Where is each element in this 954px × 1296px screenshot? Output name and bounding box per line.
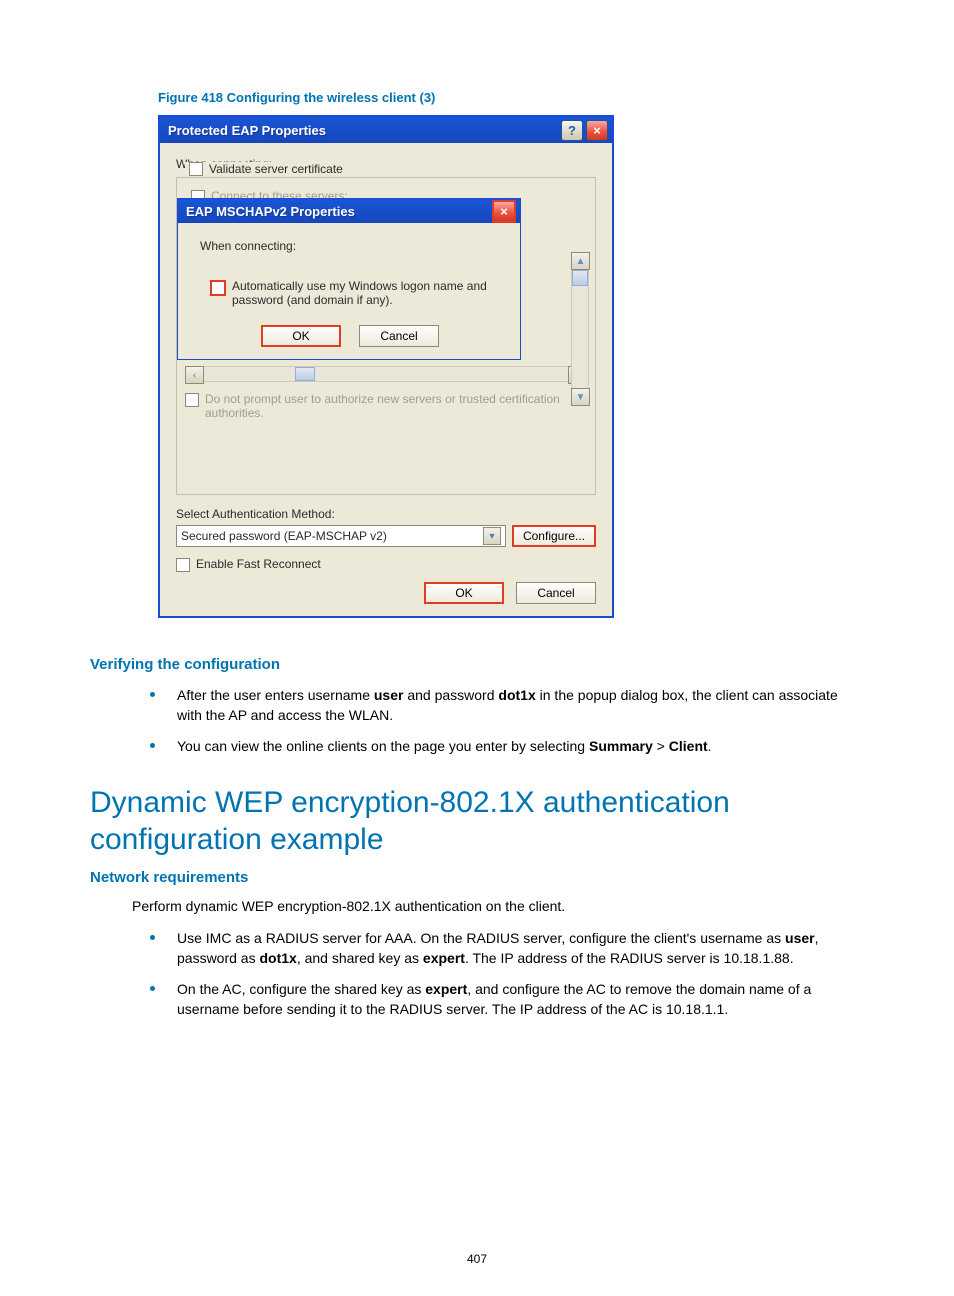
verify-heading: Verifying the configuration	[90, 656, 864, 673]
horizontal-scroll-track[interactable]	[204, 366, 568, 382]
select-auth-label: Select Authentication Method:	[176, 507, 596, 521]
text-span: .	[708, 738, 712, 754]
page-number: 407	[0, 1252, 954, 1266]
no-prompt-label: Do not prompt user to authorize new serv…	[205, 392, 587, 420]
validate-cert-label: Validate server certificate	[209, 162, 343, 176]
inner-dialog-title: EAP MSCHAPv2 Properties	[186, 204, 489, 219]
text-span: , and shared key as	[297, 950, 423, 966]
vertical-scroll-thumb[interactable]	[572, 270, 588, 286]
chevron-down-icon: ▾	[483, 527, 501, 545]
no-prompt-checkbox[interactable]	[185, 393, 199, 407]
bullet-icon	[150, 935, 155, 940]
text-span: You can view the online clients on the p…	[177, 738, 589, 754]
text-span: On the AC, configure the shared key as	[177, 981, 425, 997]
fast-reconnect-label: Enable Fast Reconnect	[196, 557, 596, 571]
outer-cancel-button[interactable]: Cancel	[516, 582, 596, 604]
list-item: You can view the online clients on the p…	[150, 736, 864, 756]
dialog-titlebar: Protected EAP Properties ? ×	[160, 117, 612, 143]
inner-when-connecting-label: When connecting:	[200, 239, 500, 253]
bold-summary: Summary	[589, 738, 653, 754]
list-item: After the user enters username user and …	[150, 685, 864, 726]
bold-key: expert	[423, 950, 465, 966]
bullet-icon	[150, 692, 155, 697]
figure-caption: Figure 418 Configuring the wireless clie…	[158, 90, 864, 105]
scroll-up-icon[interactable]: ▲	[571, 252, 590, 270]
fast-reconnect-checkbox[interactable]	[176, 558, 190, 572]
bold-pass: dot1x	[498, 687, 535, 703]
scroll-left-icon[interactable]: ‹	[185, 366, 204, 384]
configure-button[interactable]: Configure...	[512, 525, 596, 547]
netreq-heading: Network requirements	[90, 869, 864, 886]
auto-logon-label: Automatically use my Windows logon name …	[232, 279, 500, 307]
bold-key: expert	[425, 981, 467, 997]
bullet-icon	[150, 743, 155, 748]
netreq-list: Use IMC as a RADIUS server for AAA. On t…	[150, 928, 864, 1019]
inner-cancel-button[interactable]: Cancel	[359, 325, 439, 347]
text-span: After the user enters username	[177, 687, 374, 703]
protected-eap-dialog: Protected EAP Properties ? × When connec…	[158, 115, 614, 618]
dialog-title: Protected EAP Properties	[168, 123, 558, 138]
scroll-down-icon[interactable]: ▼	[571, 388, 590, 406]
bold-user: user	[374, 687, 404, 703]
bold-client: Client	[669, 738, 708, 754]
close-icon[interactable]: ×	[586, 120, 608, 141]
help-icon[interactable]: ?	[561, 120, 583, 141]
netreq-intro: Perform dynamic WEP encryption-802.1X au…	[132, 896, 864, 916]
text-span: . The IP address of the RADIUS server is…	[465, 950, 794, 966]
auth-method-dropdown[interactable]: Secured password (EAP-MSCHAP v2) ▾	[176, 525, 506, 547]
main-heading: Dynamic WEP encryption-802.1X authentica…	[90, 784, 864, 859]
inner-close-icon[interactable]: ×	[492, 200, 516, 223]
list-item: On the AC, configure the shared key as e…	[150, 979, 864, 1020]
horizontal-scroll-thumb[interactable]	[295, 367, 315, 381]
list-item: Use IMC as a RADIUS server for AAA. On t…	[150, 928, 864, 969]
eap-mschapv2-dialog: EAP MSCHAPv2 Properties × When connectin…	[177, 198, 521, 360]
text-span: Use IMC as a RADIUS server for AAA. On t…	[177, 930, 785, 946]
validate-cert-checkbox[interactable]	[189, 162, 203, 176]
inner-dialog-titlebar: EAP MSCHAPv2 Properties ×	[178, 199, 520, 223]
text-span: and password	[403, 687, 498, 703]
outer-ok-button[interactable]: OK	[424, 582, 504, 604]
vertical-scroll-track[interactable]	[571, 270, 589, 388]
auto-logon-checkbox[interactable]	[210, 280, 226, 296]
auth-method-value: Secured password (EAP-MSCHAP v2)	[181, 529, 387, 543]
bold-pass: dot1x	[259, 950, 296, 966]
bullet-icon	[150, 986, 155, 991]
inner-ok-button[interactable]: OK	[261, 325, 341, 347]
verify-list: After the user enters username user and …	[150, 685, 864, 756]
bold-user: user	[785, 930, 815, 946]
text-span: >	[653, 738, 669, 754]
